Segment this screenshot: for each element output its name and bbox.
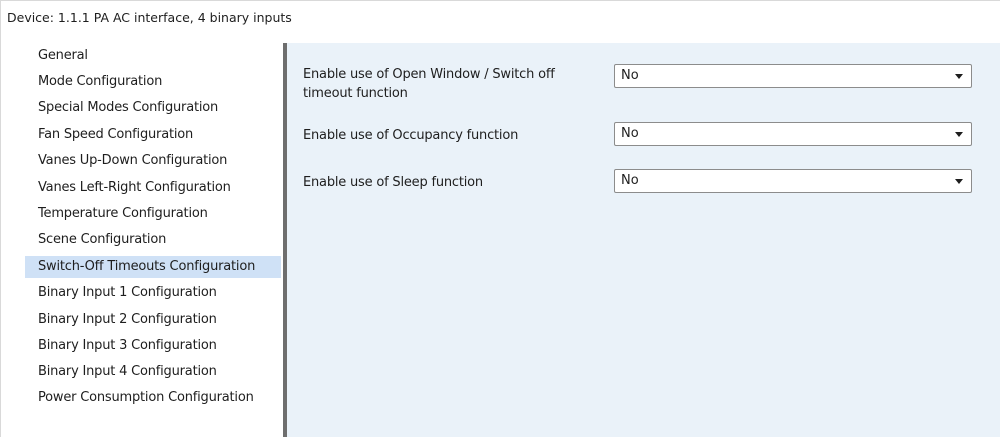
sidebar-item-scene-configuration[interactable]: Scene Configuration	[25, 229, 281, 251]
sidebar-item-mode-configuration[interactable]: Mode Configuration	[25, 71, 281, 93]
sleep-function-value: No	[621, 173, 639, 188]
sidebar-item-general[interactable]: General	[25, 45, 281, 67]
sidebar-item-temperature-configuration[interactable]: Temperature Configuration	[25, 203, 281, 225]
sidebar-item-vanes-up-down-configuration[interactable]: Vanes Up-Down Configuration	[25, 150, 281, 172]
sidebar: General Mode Configuration Special Modes…	[1, 43, 283, 437]
sidebar-item-binary-input-4-configuration[interactable]: Binary Input 4 Configuration	[25, 361, 281, 383]
sidebar-item-binary-input-1-configuration[interactable]: Binary Input 1 Configuration	[25, 282, 281, 304]
sidebar-item-fan-speed-configuration[interactable]: Fan Speed Configuration	[25, 124, 281, 146]
parameter-panel: Enable use of Open Window / Switch off t…	[287, 43, 1000, 437]
sleep-function-label: Enable use of Sleep function	[303, 175, 483, 190]
open-window-timeout-value: No	[621, 68, 639, 83]
chevron-down-icon	[955, 74, 963, 79]
parameter-window: Device: 1.1.1 PA AC interface, 4 binary …	[0, 0, 1000, 437]
sidebar-item-binary-input-2-configuration[interactable]: Binary Input 2 Configuration	[25, 309, 281, 331]
sidebar-item-binary-input-3-configuration[interactable]: Binary Input 3 Configuration	[25, 335, 281, 357]
sidebar-item-special-modes-configuration[interactable]: Special Modes Configuration	[25, 97, 281, 119]
sidebar-item-power-consumption-configuration[interactable]: Power Consumption Configuration	[25, 387, 281, 409]
chevron-down-icon	[955, 179, 963, 184]
open-window-timeout-label: Enable use of Open Window / Switch off t…	[303, 67, 555, 101]
sleep-function-select[interactable]: No	[614, 169, 972, 193]
sidebar-item-vanes-left-right-configuration[interactable]: Vanes Left-Right Configuration	[25, 177, 281, 199]
occupancy-function-label: Enable use of Occupancy function	[303, 128, 519, 143]
open-window-timeout-select[interactable]: No	[614, 64, 972, 88]
chevron-down-icon	[955, 132, 963, 137]
device-title: Device: 1.1.1 PA AC interface, 4 binary …	[7, 10, 292, 25]
sidebar-item-switch-off-timeouts-configuration[interactable]: Switch-Off Timeouts Configuration	[25, 256, 281, 278]
occupancy-function-value: No	[621, 126, 639, 141]
occupancy-function-select[interactable]: No	[614, 122, 972, 146]
